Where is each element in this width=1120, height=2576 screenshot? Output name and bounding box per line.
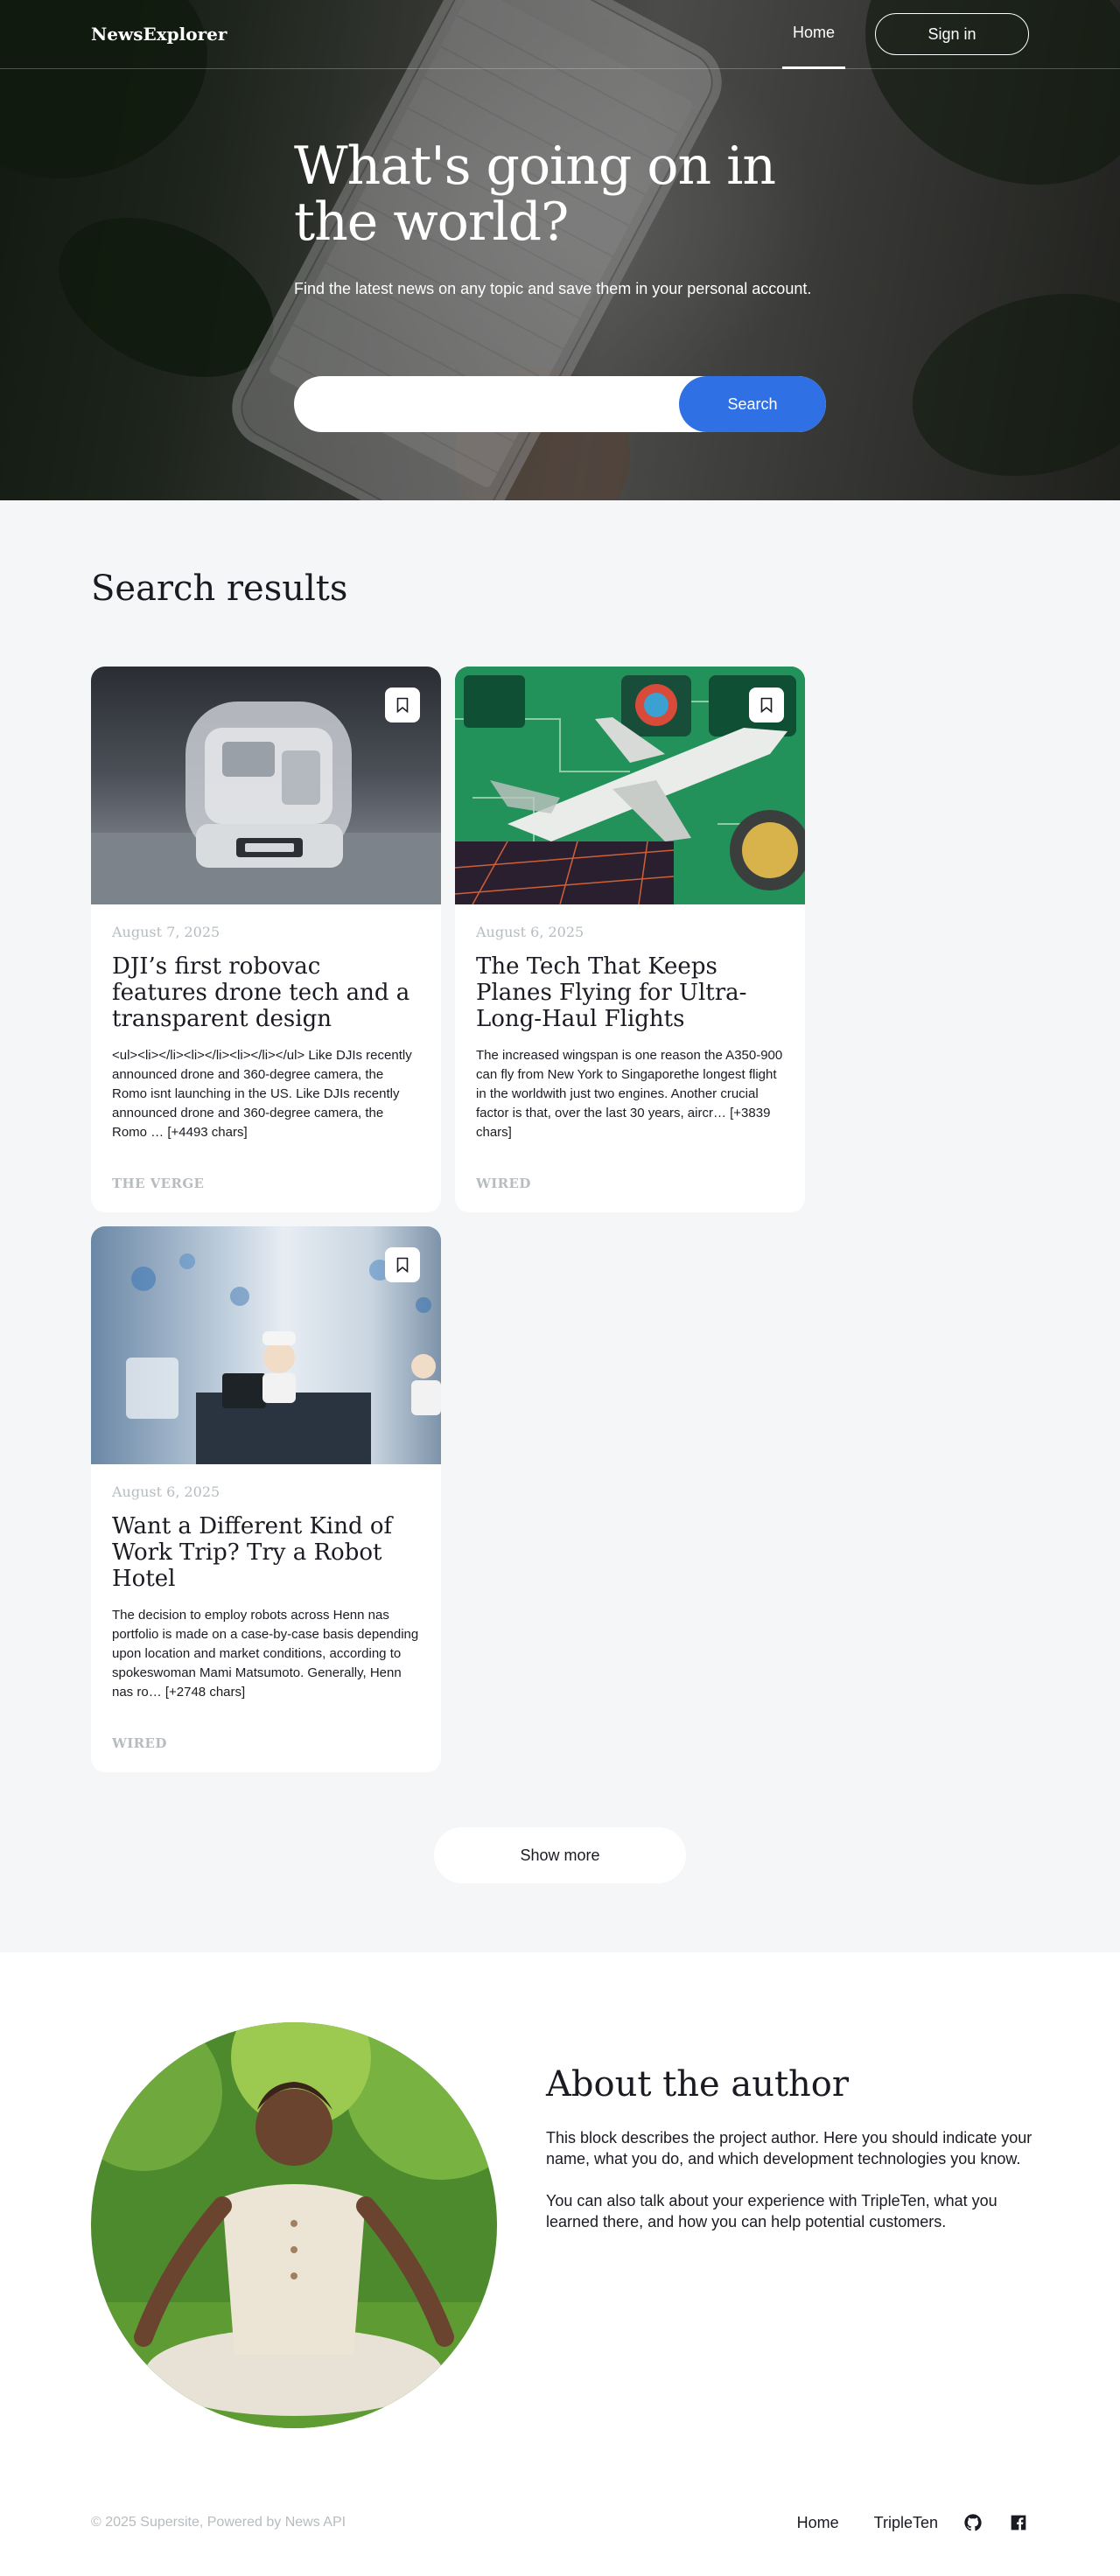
site-header: NewsExplorer Home Sign in bbox=[0, 0, 1120, 69]
author-photo-illustration bbox=[91, 2022, 497, 2428]
news-card-title: The Tech That Keeps Planes Flying for Ul… bbox=[476, 953, 747, 1032]
news-card-title: DJI’s first robovac features drone tech … bbox=[112, 953, 410, 1032]
show-more-button[interactable]: Show more bbox=[434, 1827, 686, 1883]
hero-content: What's going on in the world? Find the l… bbox=[294, 138, 826, 299]
hero-subtitle: Find the latest news on any topic and sa… bbox=[294, 280, 812, 297]
bookmark-icon bbox=[760, 697, 773, 713]
github-icon[interactable] bbox=[962, 2512, 984, 2533]
bookmark-icon bbox=[396, 697, 409, 713]
news-card[interactable]: August 6, 2025 Want a Different Kind of … bbox=[91, 1226, 441, 1772]
news-card[interactable]: August 6, 2025 The Tech That Keeps Plane… bbox=[455, 667, 805, 1212]
bookmark-icon bbox=[396, 1257, 409, 1273]
news-card-source: WIRED bbox=[112, 1735, 167, 1751]
news-card-text: The increased wingspan is one reason the… bbox=[476, 1048, 783, 1140]
bookmark-button[interactable] bbox=[385, 688, 420, 723]
author-photo bbox=[91, 2022, 497, 2428]
news-card-text: The decision to employ robots across Hen… bbox=[112, 1608, 419, 1700]
news-card-body: August 6, 2025 The Tech That Keeps Plane… bbox=[476, 922, 784, 1142]
news-card[interactable]: August 7, 2025 DJI’s first robovac featu… bbox=[91, 667, 441, 1212]
nav-home-link[interactable]: Home bbox=[781, 0, 845, 69]
search-form: Search bbox=[294, 376, 826, 432]
copyright-text: © 2025 Supersite, Powered by News API bbox=[91, 2515, 346, 2530]
site-footer: © 2025 Supersite, Powered by News API Ho… bbox=[0, 2469, 1120, 2576]
about-title: About the author bbox=[546, 2064, 849, 2105]
news-card-title: Want a Different Kind of Work Trip? Try … bbox=[112, 1513, 393, 1592]
news-card-body: August 6, 2025 Want a Different Kind of … bbox=[112, 1482, 420, 1702]
news-card-body: August 7, 2025 DJI’s first robovac featu… bbox=[112, 922, 420, 1142]
news-card-source: THE VERGE bbox=[112, 1176, 205, 1191]
news-card-text: <ul><li></li><li></li><li></li></ul> Lik… bbox=[112, 1048, 412, 1140]
facebook-icon[interactable] bbox=[1008, 2512, 1029, 2533]
search-results-section: Search results August 7, 2025 DJI’s firs… bbox=[0, 500, 1120, 1952]
main-nav: Home Sign in bbox=[781, 0, 1029, 69]
facebook-icon-graphic bbox=[1011, 2515, 1026, 2531]
about-paragraph: This block describes the project author.… bbox=[546, 2129, 1032, 2168]
news-card-date: August 7, 2025 bbox=[112, 924, 220, 940]
footer-home-link[interactable]: Home bbox=[797, 2514, 839, 2532]
footer-tripleten-link[interactable]: TripleTen bbox=[874, 2514, 938, 2532]
about-text: This block describes the project author.… bbox=[546, 2127, 1036, 2232]
search-results-title: Search results bbox=[91, 569, 348, 609]
search-input[interactable] bbox=[294, 376, 679, 432]
sign-in-button[interactable]: Sign in bbox=[875, 13, 1029, 55]
hero-section: NewsExplorer Home Sign in What's going o… bbox=[0, 0, 1120, 500]
bookmark-button[interactable] bbox=[385, 1247, 420, 1282]
footer-nav: Home TripleTen bbox=[762, 2512, 1029, 2533]
about-author-section: About the author This block describes th… bbox=[0, 1952, 1120, 2469]
github-icon-graphic bbox=[964, 2514, 982, 2531]
search-button[interactable]: Search bbox=[679, 376, 826, 432]
about-paragraph: You can also talk about your experience … bbox=[546, 2192, 998, 2230]
bookmark-button[interactable] bbox=[749, 688, 784, 723]
news-card-source: WIRED bbox=[476, 1176, 531, 1191]
news-card-date: August 6, 2025 bbox=[112, 1483, 220, 1500]
site-logo[interactable]: NewsExplorer bbox=[91, 24, 227, 45]
hero-title: What's going on in the world? bbox=[294, 136, 776, 253]
news-card-date: August 6, 2025 bbox=[476, 924, 584, 940]
